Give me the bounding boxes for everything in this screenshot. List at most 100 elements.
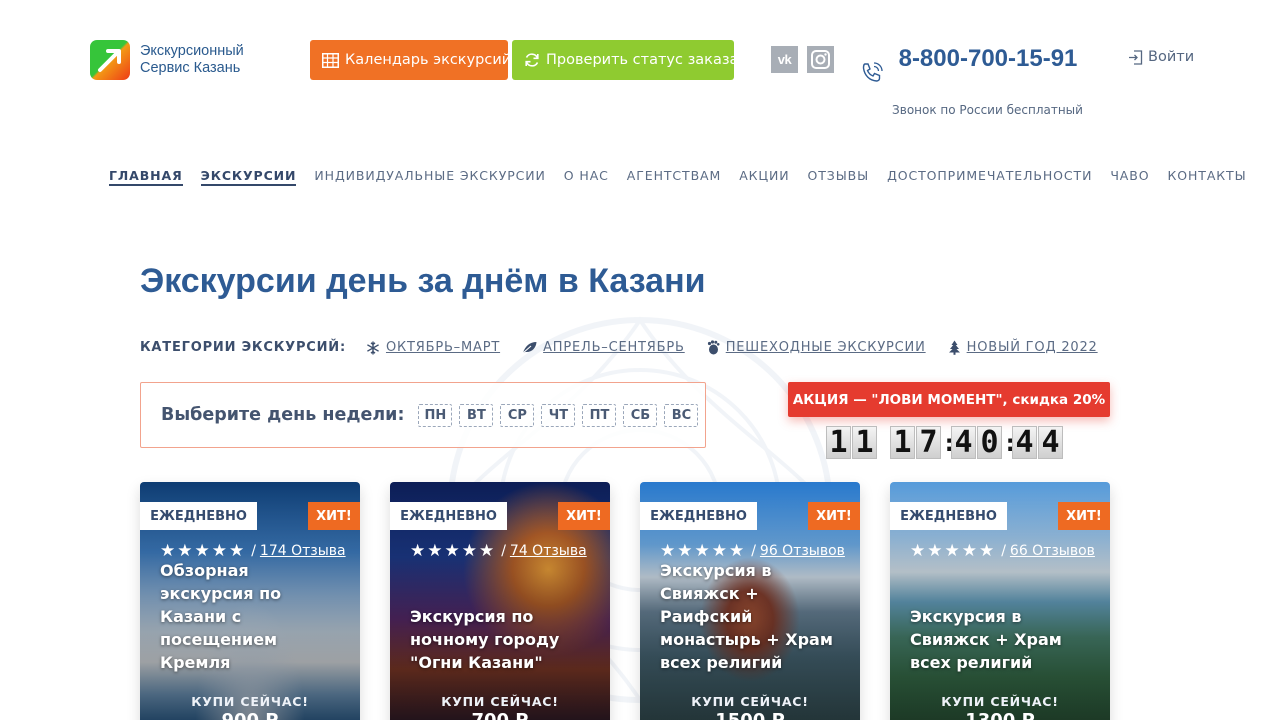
reviews-link[interactable]: 96 Отзывов	[760, 543, 845, 559]
weekday-filter-label: Выберите день недели:	[161, 405, 405, 425]
phone-note: Звонок по России бесплатный	[892, 103, 1083, 117]
nav-item[interactable]: О НАС	[564, 168, 609, 186]
logo-text: Экскурсионный Сервис Казань	[140, 43, 244, 77]
tour-title[interactable]: Экскурсия в Свияжск + Храм всех религий	[910, 605, 1094, 674]
tour-title[interactable]: Экскурсия по ночному городу "Огни Казани…	[410, 605, 594, 674]
buy-now-label[interactable]: КУПИ СЕЙЧАС!	[640, 694, 860, 709]
footprint-icon	[707, 340, 720, 355]
weekday-wed[interactable]: СР	[500, 403, 535, 427]
tour-rating: ★★★★★/74 Отзыва	[410, 541, 587, 561]
category-april-september[interactable]: АПРЕЛЬ–СЕНТЯБРЬ	[522, 340, 685, 355]
daily-badge: ЕЖЕДНЕВНО	[640, 502, 757, 530]
tour-rating: ★★★★★/96 Отзывов	[660, 541, 845, 561]
logo-line-1: Экскурсионный	[140, 43, 244, 59]
buy-now-label[interactable]: КУПИ СЕЙЧАС!	[140, 694, 360, 709]
tour-card-night-city-tour[interactable]: ЕЖЕДНЕВНО ХИТ! ★★★★★/74 Отзыва Экскурсия по…	[390, 482, 610, 720]
login-label: Войти	[1148, 49, 1195, 65]
weekday-sat[interactable]: СБ	[623, 403, 658, 427]
timer-digit-seconds: 4	[1038, 425, 1063, 460]
hit-badge: ХИТ!	[808, 502, 860, 530]
login-icon	[1129, 49, 1143, 65]
page-title: Экскурсии день за днём в Казани	[140, 262, 706, 300]
leaf-icon	[522, 341, 537, 354]
weekday-sun[interactable]: ВС	[664, 403, 699, 427]
category-label: ОКТЯБРЬ–МАРТ	[385, 340, 501, 355]
nav-item[interactable]: АГЕНТСТВАМ	[627, 168, 721, 186]
check-order-status-label: Проверить статус заказа	[546, 52, 739, 68]
hit-badge: ХИТ!	[1058, 502, 1110, 530]
nav-item[interactable]: ИНДИВИДУАЛЬНЫЕ ЭКСКУРСИИ	[314, 168, 545, 186]
tour-card-sviyazhsk-raifa-tour[interactable]: ЕЖЕДНЕВНО ХИТ! ★★★★★/96 Отзывов Экскурсия в…	[640, 482, 860, 720]
nav-item[interactable]: ОТЗЫВЫ	[808, 168, 870, 186]
daily-badge: ЕЖЕДНЕВНО	[890, 502, 1007, 530]
nav-item[interactable]: ЭКСКУРСИИ	[200, 168, 297, 186]
weekday-thu[interactable]: ЧТ	[541, 403, 576, 427]
weekday-mon[interactable]: ПН	[418, 403, 453, 427]
login-link[interactable]: Войти	[1128, 49, 1194, 65]
snowflake-icon	[366, 341, 380, 355]
calendar-button-label: Календарь экскурсий	[345, 52, 512, 68]
logo-arrow-icon	[90, 40, 130, 80]
weekday-fri[interactable]: ПТ	[582, 403, 617, 427]
tour-price: 1500 Р	[640, 710, 860, 720]
reviews-link[interactable]: 66 Отзывов	[1010, 543, 1095, 559]
category-label: АПРЕЛЬ–СЕНТЯБРЬ	[543, 340, 685, 355]
rating-slash: /	[1001, 543, 1006, 559]
daily-badge: ЕЖЕДНЕВНО	[140, 502, 257, 530]
reviews-link[interactable]: 174 Отзыва	[260, 543, 346, 559]
site-logo[interactable]: Экскурсионный Сервис Казань	[90, 40, 244, 80]
rating-slash: /	[501, 543, 506, 559]
nav-item[interactable]: ГЛАВНАЯ	[109, 168, 183, 186]
countdown-timer: 1117:40:44	[826, 425, 1064, 460]
timer-separator: :	[942, 428, 957, 457]
tour-price: 900 Р	[140, 710, 360, 720]
weekday-tue[interactable]: ВТ	[459, 403, 494, 427]
timer-digit-hours: 7	[916, 425, 941, 460]
category-label: ПЕШЕХОДНЫЕ ЭКСКУРСИИ	[725, 340, 926, 355]
star-rating-icon: ★★★★★	[660, 541, 747, 561]
calendar-button[interactable]: Календарь экскурсий	[310, 40, 512, 80]
instagram-icon[interactable]	[807, 46, 834, 73]
star-rating-icon: ★★★★★	[910, 541, 997, 561]
tour-title[interactable]: Экскурсия в Свияжск + Раифский монастырь…	[660, 559, 844, 674]
promo-banner[interactable]: АКЦИЯ — "ЛОВИ МОМЕНТ", скидка 20%	[788, 382, 1110, 417]
phone-number[interactable]: 8-800-700-15-91	[898, 42, 1078, 75]
weekday-filter: Выберите день недели: ПН ВТ СР ЧТ ПТ СБ …	[140, 382, 706, 448]
timer-separator: :	[1003, 428, 1018, 457]
tour-rating: ★★★★★/174 Отзыва	[160, 541, 346, 561]
phone-icon	[859, 60, 885, 90]
timer-digit-days: 1	[826, 425, 851, 460]
star-rating-icon: ★★★★★	[410, 541, 497, 561]
reviews-link[interactable]: 74 Отзыва	[510, 543, 587, 559]
check-order-status-button[interactable]: Проверить статус заказа	[512, 40, 738, 80]
logo-line-2: Сервис Казань	[140, 60, 241, 76]
timer-digit-hours: 1	[890, 425, 915, 460]
nav-item[interactable]: ДОСТОПРИМЕЧАТЕЛЬНОСТИ	[887, 168, 1092, 186]
tour-rating: ★★★★★/66 Отзывов	[910, 541, 1095, 561]
tour-card-sviyazhsk-temple-tour[interactable]: ЕЖЕДНЕВНО ХИТ! ★★★★★/66 Отзывов Экскурсия в…	[890, 482, 1110, 720]
timer-digit-minutes: 4	[951, 425, 976, 460]
tour-card-kazan-kremlin-tour[interactable]: ЕЖЕДНЕВНО ХИТ! ★★★★★/174 Отзыва Обзорная эк…	[140, 482, 360, 720]
rating-slash: /	[751, 543, 756, 559]
nav-item[interactable]: КОНТАКТЫ	[1167, 168, 1246, 186]
timer-digit-minutes: 0	[977, 425, 1002, 460]
category-new-year-2022[interactable]: НОВЫЙ ГОД 2022	[948, 340, 1098, 355]
categories-label: КАТЕГОРИИ ЭКСКУРСИЙ:	[140, 340, 346, 355]
main-nav: ГЛАВНАЯ ЭКСКУРСИИ ИНДИВИДУАЛЬНЫЕ ЭКСКУРСИИ…	[109, 168, 1246, 186]
timer-digit-days: 1	[852, 425, 877, 460]
nav-item[interactable]: АКЦИИ	[739, 168, 789, 186]
category-walking-tours[interactable]: ПЕШЕХОДНЫЕ ЭКСКУРСИИ	[707, 340, 926, 355]
category-october-march[interactable]: ОКТЯБРЬ–МАРТ	[366, 340, 500, 355]
tour-title[interactable]: Обзорная экскурсия по Казани с посещение…	[160, 559, 344, 674]
buy-now-label[interactable]: КУПИ СЕЙЧАС!	[390, 694, 610, 709]
buy-now-label[interactable]: КУПИ СЕЙЧАС!	[890, 694, 1110, 709]
calendar-icon	[322, 52, 339, 68]
star-rating-icon: ★★★★★	[160, 541, 247, 561]
nav-item[interactable]: ЧАВО	[1110, 168, 1149, 186]
tour-price: 1300 Р	[890, 710, 1110, 720]
category-label: НОВЫЙ ГОД 2022	[966, 340, 1098, 355]
refresh-icon	[524, 52, 540, 68]
timer-digit-seconds: 4	[1012, 425, 1037, 460]
vk-icon[interactable]: vk	[771, 46, 798, 73]
categories-bar: КАТЕГОРИИ ЭКСКУРСИЙ: ОКТЯБРЬ–МАРТ АПРЕЛЬ…	[140, 340, 1120, 355]
